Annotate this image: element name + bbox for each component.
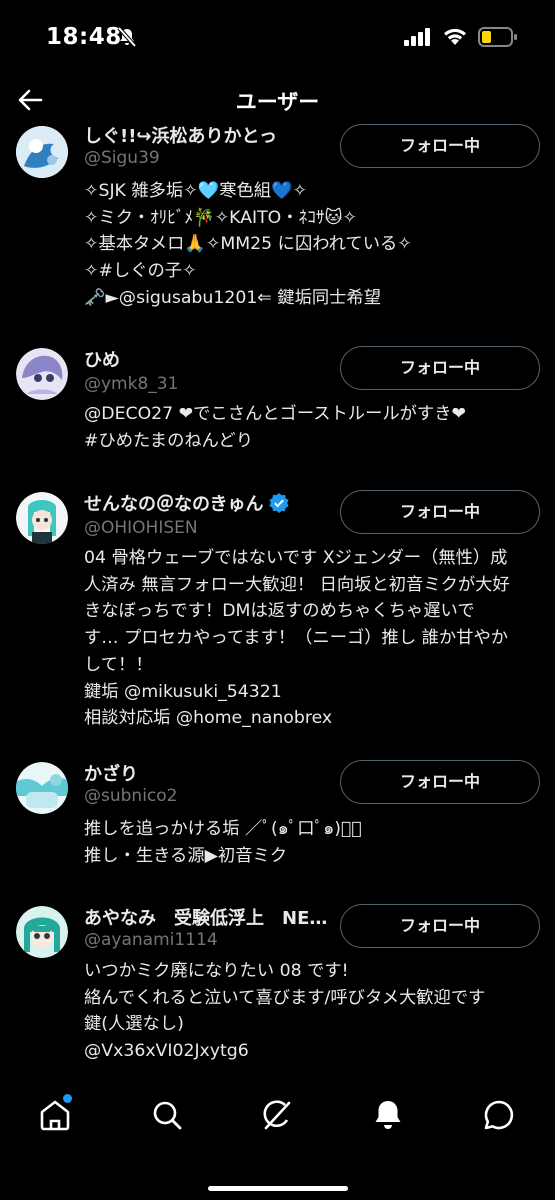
following-button[interactable]: フォロー中 (340, 760, 540, 804)
bio-line: きなぼっちです！DMは返すのめちゃくちゃ遅いで (84, 601, 475, 622)
search-icon[interactable] (150, 1098, 184, 1132)
home-indicator (208, 1186, 348, 1191)
bio-line: 鍵垢 @mikusuki_54321 (84, 681, 282, 702)
user-handle: @Sigu39 (84, 148, 160, 168)
bio-line: @DECO27 ❤でこさんとゴーストルールがすき❤ (84, 404, 466, 424)
status-bar: 18:48 (0, 0, 555, 72)
avatar[interactable] (16, 492, 68, 544)
bio-line: 人済み 無言フォロー大歓迎！ 日向坂と初音ミクが大好 (84, 574, 510, 595)
status-time: 18:48 (46, 24, 122, 50)
bio-line: ✧ミク・ｵﾘﾋﾞﾒ🎋✧KAITO・ﾈｺｻ🐱✧ (84, 207, 357, 228)
bio-line: 推し・生きる源▶初音ミク (84, 845, 288, 866)
avatar[interactable] (16, 762, 68, 814)
user-row[interactable]: かざり @subnico2 フォロー中 推しを追っかける垢 ／ﾟ(๑ﾟ口ﾟ๑)ﾟ… (0, 756, 555, 876)
notifications-icon[interactable] (371, 1098, 405, 1132)
user-bio: 推しを追っかける垢 ／ﾟ(๑ﾟ口ﾟ๑)ﾟ＼ 推し・生きる源▶初音ミク (84, 816, 544, 869)
messages-icon[interactable] (482, 1098, 516, 1132)
user-row[interactable]: しぐ!!↪浜松ありかとっ @Sigu39 フォロー中 ✧SJK 雑多垢✧🩵寒色組… (0, 120, 555, 320)
page-title: ユーザー (235, 90, 320, 114)
bio-line: 絡んでくれると泣いて喜びます/呼びタメ大歓迎です (84, 987, 486, 1008)
user-list: しぐ!!↪浜松ありかとっ @Sigu39 フォロー中 ✧SJK 雑多垢✧🩵寒色組… (0, 120, 555, 1178)
bio-line: す… プロセカやってます！（ニーゴ）推し 誰か甘やか (84, 628, 509, 649)
user-bio: いつかミク廃になりたい 08 です! 絡んでくれると泣いて喜びます/呼びタメ大歓… (84, 958, 544, 1065)
avatar[interactable] (16, 126, 68, 178)
user-bio: ✧SJK 雑多垢✧🩵寒色組💙✧ ✧ミク・ｵﾘﾋﾞﾒ🎋✧KAITO・ﾈｺｻ🐱✧ ✧… (84, 178, 544, 312)
bio-line: 鍵(人選なし) (84, 1014, 184, 1035)
avatar[interactable] (16, 906, 68, 958)
bio-line: 相談対応垢 @home_nanobrex (84, 708, 333, 729)
following-button[interactable]: フォロー中 (340, 490, 540, 534)
notification-dot (63, 1094, 72, 1103)
user-name: ひめ (84, 350, 120, 371)
avatar[interactable] (16, 348, 68, 400)
bio-line: 🗝️►@sigusabu1201⇐ 鍵垢同士希望 (84, 287, 381, 308)
bio-line: ✧SJK 雑多垢✧🩵寒色組💙✧ (84, 181, 308, 201)
user-handle: @ymk8_31 (84, 374, 179, 394)
bottom-nav (0, 1078, 555, 1200)
user-name: せんなの＠なのきゅん (84, 490, 290, 516)
user-handle: @ayanami1114 (84, 930, 218, 950)
verified-badge-icon (269, 493, 290, 513)
user-handle: @subnico2 (84, 786, 178, 806)
bio-line: ✧基本タメロ🙏✧MM25 に囚われている✧ (84, 234, 412, 255)
following-button[interactable]: フォロー中 (340, 124, 540, 168)
user-name-text: せんなの＠なのきゅん (84, 494, 264, 515)
silent-mode-icon (117, 26, 137, 48)
user-bio: 04 骨格ウェーブではないです Xジェンダー（無性）成 人済み 無言フォロー大歓… (84, 545, 544, 732)
bio-line: して！！ (84, 654, 153, 675)
cellular-signal-icon (404, 28, 430, 46)
grok-icon[interactable] (260, 1098, 294, 1132)
user-row[interactable]: ひめ @ymk8_31 フォロー中 @DECO27 ❤でこさんとゴーストルールが… (0, 342, 555, 462)
bio-line: いつかミク廃になりたい 08 です! (84, 961, 349, 981)
user-handle: @OHIOHISEN (84, 518, 198, 538)
user-bio: @DECO27 ❤でこさんとゴーストルールがすき❤ #ひめたまのねんどり (84, 401, 544, 454)
home-icon[interactable] (38, 1098, 72, 1132)
user-row[interactable]: せんなの＠なのきゅん @OHIOHISEN フォロー中 04 骨格ウェーブではな… (0, 486, 555, 736)
user-name: しぐ!!↪浜松ありかとっ (84, 126, 277, 147)
wifi-icon (444, 28, 466, 45)
bio-line: 04 骨格ウェーブではないです Xジェンダー（無性）成 (84, 548, 508, 568)
user-row[interactable]: あやなみ 受験低浮上 NE… @ayanami1114 フォロー中 いつかミク廃… (0, 900, 555, 1070)
bio-line: #ひめたまのねんどり (84, 430, 253, 451)
user-name: あやなみ 受験低浮上 NE… (84, 908, 328, 929)
following-button[interactable]: フォロー中 (340, 904, 540, 948)
bio-line: @Vx36xVI02Jxytg6 (84, 1041, 249, 1062)
user-name: かざり (84, 764, 138, 785)
battery-low-icon (478, 27, 517, 47)
bio-line: ✧#しぐの子✧ (84, 261, 197, 282)
bio-line: 推しを追っかける垢 ／ﾟ(๑ﾟ口ﾟ๑)ﾟ＼ (84, 819, 362, 839)
following-button[interactable]: フォロー中 (340, 346, 540, 390)
